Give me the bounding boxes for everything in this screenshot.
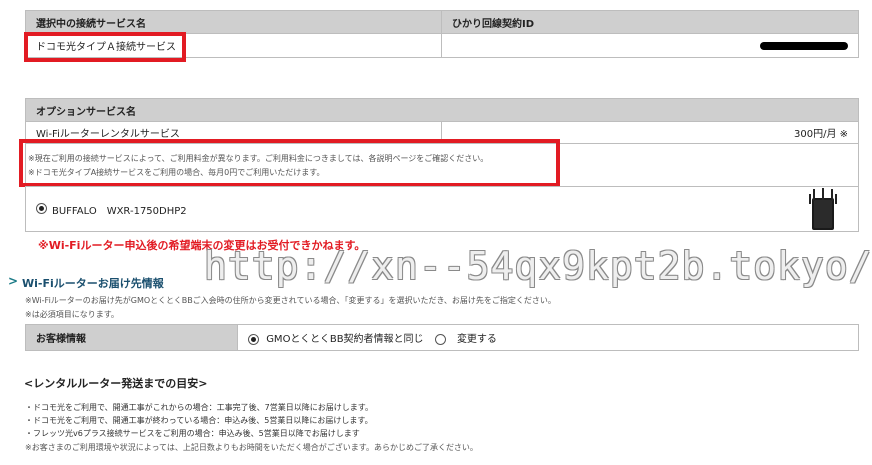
contract-id-header: ひかり回線契約ID bbox=[441, 10, 859, 34]
delivery-arrow-icon: > bbox=[8, 274, 19, 288]
option-table: オプションサービス名 Wi-Fiルーターレンタルサービス 300円/月 ※ bbox=[25, 98, 859, 144]
redacted-contract-id bbox=[760, 42, 848, 50]
customer-info-label: お客様情報 bbox=[25, 324, 238, 351]
service-name-highlight bbox=[24, 32, 186, 62]
delivery-address-note: ※Wi-Fiルーターのお届け先がGMOとくとくBBご入会時の住所から変更されてい… bbox=[25, 296, 556, 305]
contract-id-cell bbox=[441, 33, 859, 58]
schedule-warning: ※お客さまのご利用環境や状況によっては、上記日数よりもお時間をいただく場合がござ… bbox=[25, 443, 478, 452]
docomo-free-note: ※ドコモ光タイプA接続サービスをご利用の場合、毎月0円でご利用いただけます。 bbox=[28, 168, 325, 177]
router-image bbox=[806, 188, 840, 230]
customer-info-options: GMOとくとくBB契約者情報と同じ 変更する bbox=[237, 324, 859, 351]
service-name-header: 選択中の接続サービス名 bbox=[25, 10, 442, 34]
schedule-title: <レンタルルーター発送までの目安> bbox=[24, 377, 208, 390]
schedule-item: ・フレッツ光v6プラス接続サービスをご利用の場合：申込み後、5営業日以降でお届け… bbox=[25, 429, 360, 438]
router-radio[interactable] bbox=[36, 203, 47, 214]
change-address-label: 変更する bbox=[456, 334, 497, 345]
schedule-item: ・ドコモ光をご利用で、開通工事が終わっている場合：申込み後、5営業日以降にお届け… bbox=[25, 416, 373, 425]
option-service-header: オプションサービス名 bbox=[25, 98, 859, 122]
required-field-note: ※は必須項目になります。 bbox=[25, 310, 119, 319]
router-label: BUFFALO WXR-1750DHP2 bbox=[52, 206, 187, 217]
same-as-contractor-label: GMOとくとくBB契約者情報と同じ bbox=[266, 334, 424, 345]
pricing-note: ※現在ご利用の接続サービスによって、ご利用料金が異なります。ご利用料金につきまし… bbox=[28, 154, 489, 163]
watermark-url: http://xn--54qx9kpt2b.tokyo/ bbox=[204, 244, 872, 288]
change-address-radio[interactable] bbox=[434, 333, 446, 345]
schedule-item: ・ドコモ光をご利用で、開通工事がこれからの場合：工事完了後、7営業日以降にお届け… bbox=[25, 403, 373, 412]
same-as-contractor-radio[interactable] bbox=[248, 333, 259, 345]
delivery-title: Wi-Fiルーターお届け先情報 bbox=[22, 277, 164, 290]
customer-info-table: お客様情報 GMOとくとくBB契約者情報と同じ 変更する bbox=[25, 324, 859, 351]
